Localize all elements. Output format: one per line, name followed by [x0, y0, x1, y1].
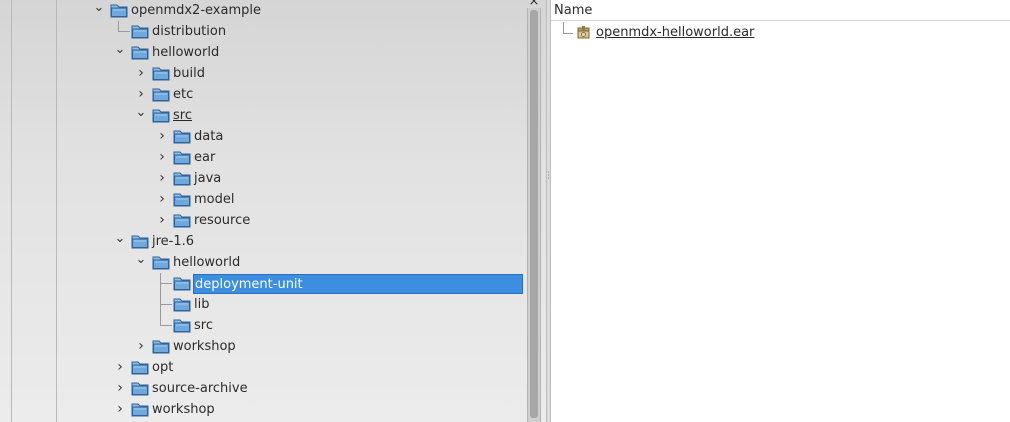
chevron-right-icon[interactable]: › — [113, 357, 127, 378]
chevron-right-icon[interactable]: › — [155, 189, 169, 210]
tree-row[interactable]: ⌄ jre-1.6 — [0, 231, 525, 252]
folder-icon — [110, 3, 128, 18]
folder-icon — [173, 297, 191, 312]
folder-tree: ⌄ openmdx2-example distribution ⌄ helloworld… — [0, 0, 525, 422]
chevron-right-icon[interactable]: › — [113, 378, 127, 399]
chevron-right-icon[interactable]: › — [113, 399, 127, 420]
folder-icon — [152, 255, 170, 270]
tree-item-label: workshop — [173, 339, 236, 354]
chevron-down-icon[interactable]: ⌄ — [92, 0, 106, 21]
file-name: openmdx-helloworld.ear — [596, 25, 755, 40]
tree-item-label: opt — [152, 360, 174, 375]
folder-icon — [131, 234, 149, 249]
tree-row[interactable]: › etc — [0, 84, 525, 105]
folder-icon — [131, 402, 149, 417]
ear-archive-icon — [576, 25, 591, 40]
tree-row[interactable]: src — [0, 315, 525, 336]
tree-guide-line — [563, 33, 573, 34]
tree-item-label: jre-1.6 — [152, 234, 195, 249]
folder-icon — [152, 108, 170, 123]
tree-row[interactable]: › java — [0, 168, 525, 189]
tree-item-label: ear — [194, 150, 216, 165]
folder-icon — [173, 150, 191, 165]
chevron-right-icon[interactable]: › — [155, 147, 169, 168]
tree-row[interactable]: › source-archive — [0, 378, 525, 399]
folder-icon — [131, 24, 149, 39]
tree-row[interactable]: distribution — [0, 21, 525, 42]
tree-item-label: build — [173, 66, 205, 81]
tree-guide-line — [160, 304, 172, 305]
tree-item-label: model — [194, 192, 235, 207]
tree-row[interactable]: › workshop — [0, 336, 525, 357]
tree-row[interactable]: › build — [0, 63, 525, 84]
tree-item-label: resource — [194, 213, 251, 228]
folder-icon — [131, 45, 149, 60]
tree-row[interactable]: › data — [0, 126, 525, 147]
chevron-down-icon[interactable]: ⌄ — [113, 231, 127, 252]
tree-item-label: workshop — [152, 402, 215, 417]
chevron-right-icon[interactable]: › — [134, 63, 148, 84]
tree-row[interactable]: lib — [0, 294, 525, 315]
tree-item-label: helloworld — [152, 45, 220, 60]
tree-guide-line — [563, 22, 564, 33]
tree-item-label: etc — [173, 87, 194, 102]
tree-item-label: deployment-unit — [193, 274, 523, 294]
folder-icon — [152, 87, 170, 102]
folder-icon — [152, 66, 170, 81]
column-header-name[interactable]: Name — [551, 0, 1010, 21]
tree-guide-line — [160, 325, 172, 326]
folder-icon — [173, 318, 191, 333]
tree-guide-line — [160, 283, 172, 284]
tree-row[interactable]: ⌄ helloworld — [0, 252, 525, 273]
folder-icon — [173, 213, 191, 228]
file-list-item[interactable]: openmdx-helloworld.ear — [551, 22, 1010, 43]
tree-item-label: data — [194, 129, 224, 144]
tree-row[interactable]: › model — [0, 189, 525, 210]
chevron-right-icon[interactable]: › — [155, 168, 169, 189]
chevron-down-icon[interactable]: ⌄ — [113, 42, 127, 63]
tree-row[interactable]: › opt — [0, 357, 525, 378]
folder-icon — [152, 339, 170, 354]
tree-row[interactable]: ⌄ openmdx2-example — [0, 0, 525, 21]
tree-row[interactable]: deployment-unit — [0, 273, 525, 294]
tree-row[interactable]: ⌄ helloworld — [0, 42, 525, 63]
tree-item-label: openmdx2-example — [131, 3, 261, 18]
folder-icon — [173, 171, 191, 186]
file-list-pane: Name openmdx-helloworld.ear — [551, 0, 1010, 422]
folder-icon — [173, 192, 191, 207]
tree-item-label: src — [173, 108, 192, 123]
splitter-grip-icon: · · · — [547, 168, 550, 183]
folder-icon — [173, 276, 191, 291]
tree-item-label: java — [194, 171, 222, 186]
chevron-right-icon[interactable]: › — [134, 336, 148, 357]
folder-icon — [173, 129, 191, 144]
chevron-right-icon[interactable]: › — [155, 126, 169, 147]
tree-item-label: distribution — [152, 24, 227, 39]
tree-item-label: helloworld — [173, 255, 241, 270]
chevron-right-icon[interactable]: › — [134, 84, 148, 105]
tree-row[interactable]: › ear — [0, 147, 525, 168]
folder-icon — [131, 360, 149, 375]
tree-guide-line — [118, 31, 130, 32]
scrollbar-thumb[interactable] — [530, 10, 538, 418]
column-header-label: Name — [554, 3, 593, 18]
folder-tree-pane: ⌄ openmdx2-example distribution ⌄ helloworld… — [0, 0, 546, 422]
chevron-right-icon[interactable]: › — [155, 210, 169, 231]
chevron-down-icon[interactable]: ⌄ — [134, 252, 148, 273]
tree-guide-line — [160, 273, 161, 325]
tree-item-label: lib — [194, 297, 210, 312]
chevron-down-icon[interactable]: ⌄ — [134, 105, 148, 126]
tree-row[interactable]: › workshop — [0, 399, 525, 420]
tree-row[interactable]: ⌄ src — [0, 105, 525, 126]
tree-scrollbar[interactable] — [527, 8, 541, 422]
folder-icon — [131, 381, 149, 396]
tree-row[interactable]: › resource — [0, 210, 525, 231]
tree-item-label: source-archive — [152, 381, 248, 396]
close-icon[interactable]: × — [528, 0, 540, 8]
tree-item-label: src — [194, 318, 213, 333]
